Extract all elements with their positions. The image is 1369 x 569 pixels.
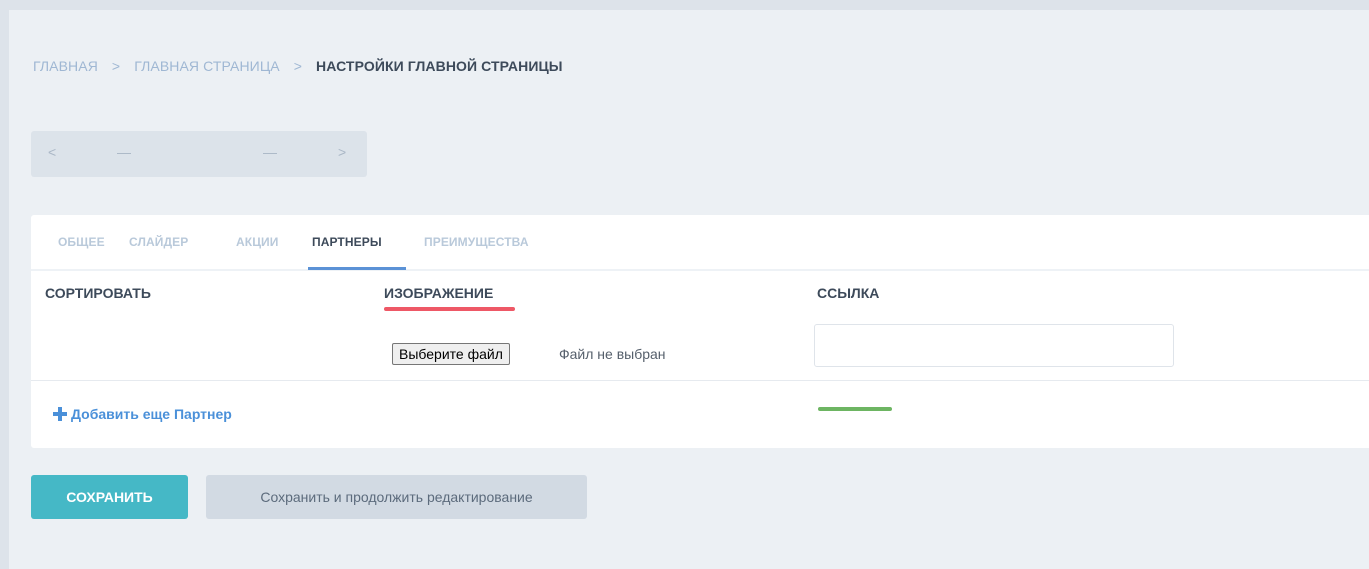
active-tab-indicator <box>308 267 406 270</box>
pager-next-label[interactable]: — <box>263 144 277 160</box>
link-input[interactable] <box>814 324 1174 367</box>
breadcrumb-main-page[interactable]: ГЛАВНАЯ СТРАНИЦА <box>134 58 280 74</box>
highlight-underline-green <box>818 407 892 411</box>
add-partner-label: Добавить еще Партнер <box>71 406 232 422</box>
breadcrumb-separator-icon: > <box>111 58 121 74</box>
chevron-left-icon[interactable]: < <box>48 144 56 160</box>
record-pager: < — — > <box>31 131 367 177</box>
column-link: ССЫЛКА <box>817 285 880 301</box>
row-divider <box>31 380 1369 381</box>
highlight-underline-red <box>384 307 515 311</box>
column-sort: СОРТИРОВАТЬ <box>45 285 151 301</box>
plus-icon <box>53 407 67 421</box>
tab-general[interactable]: ОБЩЕЕ <box>58 235 105 249</box>
tab-partners[interactable]: ПАРТНЕРЫ <box>312 235 382 249</box>
tab-bar: ОБЩЕЕ СЛАЙДЕР АКЦИИ ПАРТНЕРЫ ПРЕИМУЩЕСТВ… <box>31 215 1369 271</box>
add-partner-link[interactable]: Добавить еще Партнер <box>53 406 232 422</box>
tab-advantages[interactable]: ПРЕИМУЩЕСТВА <box>424 235 529 249</box>
tab-promotions[interactable]: АКЦИИ <box>236 235 279 249</box>
breadcrumb: ГЛАВНАЯ > ГЛАВНАЯ СТРАНИЦА > НАСТРОЙКИ Г… <box>33 58 563 74</box>
column-image: ИЗОБРАЖЕНИЕ <box>384 285 494 301</box>
breadcrumb-home[interactable]: ГЛАВНАЯ <box>33 58 98 74</box>
tab-slider[interactable]: СЛАЙДЕР <box>129 235 188 249</box>
save-continue-button[interactable]: Сохранить и продолжить редактирование <box>206 475 587 519</box>
file-status-text: Файл не выбран <box>559 346 666 362</box>
partners-panel: ОБЩЕЕ СЛАЙДЕР АКЦИИ ПАРТНЕРЫ ПРЕИМУЩЕСТВ… <box>31 215 1369 448</box>
save-button[interactable]: СОХРАНИТЬ <box>31 475 188 519</box>
breadcrumb-separator-icon: > <box>293 58 302 74</box>
chevron-right-icon[interactable]: > <box>338 144 346 160</box>
pager-prev-label[interactable]: — <box>117 144 131 160</box>
breadcrumb-current: НАСТРОЙКИ ГЛАВНОЙ СТРАНИЦЫ <box>316 58 563 74</box>
page-content: ГЛАВНАЯ > ГЛАВНАЯ СТРАНИЦА > НАСТРОЙКИ Г… <box>9 10 1369 569</box>
choose-file-button[interactable]: Выберите файл <box>392 343 510 365</box>
